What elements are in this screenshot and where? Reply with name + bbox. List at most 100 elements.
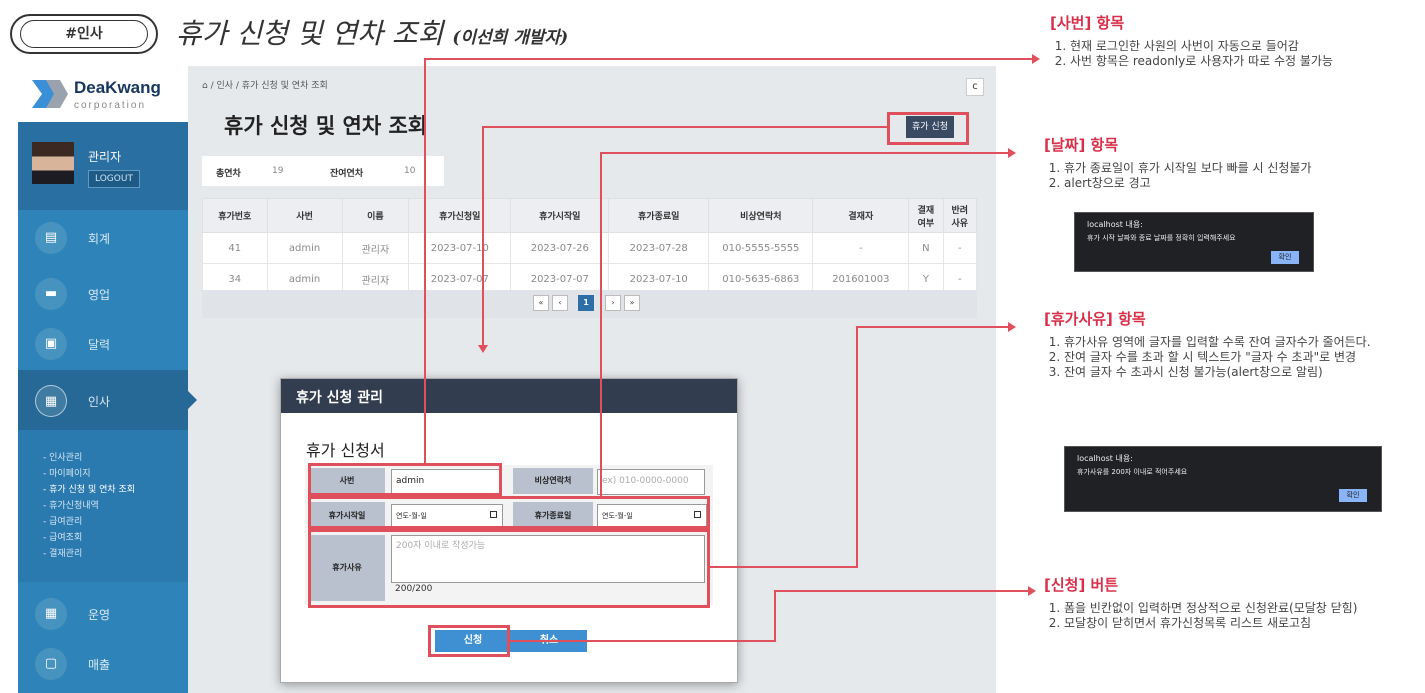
submenu-item[interactable]: - 급여조회: [18, 530, 188, 546]
nav-label: 인사: [88, 395, 111, 409]
highlight-apply-button: [887, 112, 969, 145]
nav-item-operation[interactable]: ▦ 운영: [18, 586, 188, 642]
hr-icon: ▦: [35, 385, 67, 417]
annotation-item: 잔여 글자 수를 초과 할 시 텍스트가 "글자 수 초과"로 변경: [1064, 350, 1422, 364]
emergency-contact-label: 비상연락처: [513, 468, 593, 494]
company-logo[interactable]: DeaKwang corporation: [18, 66, 188, 122]
connector-line: [510, 640, 776, 642]
annotation-reason: [휴가사유] 항목 휴가사유 영역에 글자를 입력할 수록 잔여 글자수가 줄어…: [1044, 308, 1422, 380]
connector-line: [424, 58, 426, 463]
document-title: 휴가 신청 및 연차 조회 (이선희 개발자): [176, 12, 568, 52]
page-prev-button[interactable]: ‹: [552, 295, 568, 311]
table-cell: 2023-07-28: [608, 232, 710, 264]
submenu-item[interactable]: - 인사관리: [18, 450, 188, 466]
monitor-icon: ▢: [35, 648, 67, 680]
page-title: 휴가 신청 및 연차 조회: [224, 114, 428, 138]
submenu-item[interactable]: - 급여관리: [18, 514, 188, 530]
nav-item-accounting[interactable]: ▤ 회계: [18, 210, 188, 266]
submenu-item-current[interactable]: - 휴가 신청 및 연차 조회: [18, 482, 188, 498]
breadcrumb: ⌂ / 인사 / 휴가 신청 및 연차 조회: [202, 78, 328, 91]
page-last-button[interactable]: »: [624, 295, 640, 311]
document-author: (이선희 개발자): [452, 28, 569, 48]
remain-leave-value: 10: [404, 166, 416, 176]
alert-dialog-reason: localhost 내용: 휴가사유를 200자 이내로 적어주세요 확인: [1064, 446, 1382, 512]
modal-header: 휴가 신청 관리: [281, 379, 737, 413]
submenu-item[interactable]: - 결재관리: [18, 546, 188, 562]
annotation-item: 잔여 글자 수 초과시 신청 불가능(alert창으로 알림): [1064, 365, 1422, 379]
table-row[interactable]: 41 admin 관리자 2023-07-10 2023-07-26 2023-…: [202, 232, 978, 264]
col-header: 비상연락처: [708, 198, 814, 233]
col-header: 반려 사유: [942, 198, 978, 233]
pagination: « ‹ 1 › »: [202, 290, 977, 318]
nav-item-revenue[interactable]: ▢ 매출: [18, 636, 188, 692]
annotation-item: 휴가 종료일이 휴가 시작일 보다 빠를 시 신청불가: [1064, 161, 1422, 175]
total-leave-label: 총연차: [216, 169, 241, 179]
active-indicator: [188, 391, 197, 409]
connector-line: [482, 126, 484, 346]
col-header: 휴가종료일: [608, 198, 710, 233]
annotation-submit: [신청] 버튼 폼을 빈칸없이 입력하면 정상적으로 신청완료(모달창 닫힘) …: [1044, 574, 1422, 631]
nav-label: 영업: [88, 288, 111, 302]
annotation-item: 현재 로그인한 사원의 사번이 자동으로 들어감: [1070, 39, 1420, 53]
col-header: 휴가시작일: [510, 198, 610, 233]
annotation-item: 사번 항목은 readonly로 사용자가 따로 수정 불가능: [1070, 54, 1420, 68]
highlight-dates: [308, 496, 710, 529]
refresh-button[interactable]: c: [966, 78, 984, 96]
submenu-item[interactable]: - 휴가신청내역: [18, 498, 188, 514]
category-tag-label: #인사: [20, 20, 148, 48]
breadcrumb-path: / 인사 / 휴가 신청 및 연차 조회: [210, 81, 328, 91]
annotation-item: 모달창이 닫히면서 휴가신청목록 리스트 새로고침: [1064, 616, 1422, 630]
operation-icon: ▦: [35, 598, 67, 630]
connector-line: [710, 566, 858, 568]
highlight-submit: [428, 625, 510, 657]
table-cell: N: [908, 232, 944, 264]
table-cell: -: [812, 232, 910, 264]
connector-line: [424, 58, 1034, 60]
nav-item-calendar[interactable]: ▣ 달력: [18, 316, 188, 372]
annotation-title: [사번] 항목: [1050, 14, 1125, 32]
col-header: 결재자: [812, 198, 910, 233]
table-cell: 010-5555-5555: [708, 232, 814, 264]
annotation-item: 폼을 빈칸없이 입력하면 정상적으로 신청완료(모달창 닫힘): [1064, 601, 1422, 615]
page-first-button[interactable]: «: [533, 295, 549, 311]
table-header-row: 휴가번호 사번 이름 휴가신청일 휴가시작일 휴가종료일 비상연락처 결재자 결…: [202, 198, 978, 233]
arrow-head-icon: [1028, 586, 1036, 596]
logout-button[interactable]: LOGOUT: [88, 170, 140, 188]
annotation-item: alert창으로 경고: [1064, 176, 1422, 190]
sidebar: DeaKwang corporation 관리자 LOGOUT ▤ 회계 ▬ 영…: [18, 66, 197, 693]
home-icon[interactable]: ⌂: [202, 81, 208, 91]
col-header: 휴가번호: [202, 198, 268, 233]
connector-line: [774, 590, 776, 642]
page-next-button[interactable]: ›: [605, 295, 621, 311]
alert-ok-button[interactable]: 확인: [1271, 251, 1299, 264]
connector-line: [856, 326, 1010, 328]
clipboard-icon: ▣: [35, 328, 67, 360]
highlight-emp-no: [308, 463, 502, 496]
alert-message: 휴가사유를 200자 이내로 적어주세요: [1077, 468, 1188, 476]
annotation-title: [휴가사유] 항목: [1044, 310, 1146, 328]
emergency-contact-input[interactable]: ex) 010-0000-0000: [597, 469, 705, 495]
col-header: 사번: [266, 198, 343, 233]
nav-label: 달력: [88, 338, 111, 352]
alert-message: 휴가 시작 날짜와 종료 날짜를 정확히 입력해주세요: [1087, 234, 1236, 242]
arrow-head-icon: [1008, 148, 1016, 158]
user-name: 관리자: [88, 150, 122, 164]
table-cell: admin: [266, 232, 343, 264]
connector-line: [600, 152, 602, 496]
arrow-head-icon: [1008, 322, 1016, 332]
submenu-item[interactable]: - 마이페이지: [18, 466, 188, 482]
annotation-item: 휴가사유 영역에 글자를 입력할 수록 잔여 글자수가 줄어든다.: [1064, 335, 1422, 349]
nav-item-hr[interactable]: ▦ 인사: [18, 370, 197, 430]
page-current-button[interactable]: 1: [578, 295, 594, 311]
connector-line: [774, 590, 1030, 592]
nav-label: 회계: [88, 232, 111, 246]
category-tag: #인사: [10, 14, 158, 54]
nav-item-sales[interactable]: ▬ 영업: [18, 266, 188, 322]
table-cell: 2023-07-26: [510, 232, 610, 264]
document-title-text: 휴가 신청 및 연차 조회: [176, 17, 444, 50]
highlight-reason: [308, 529, 710, 608]
table-cell: 관리자: [341, 232, 410, 264]
nav-label: 운영: [88, 608, 111, 622]
alert-ok-button[interactable]: 확인: [1339, 489, 1367, 502]
table-cell: -: [942, 232, 978, 264]
